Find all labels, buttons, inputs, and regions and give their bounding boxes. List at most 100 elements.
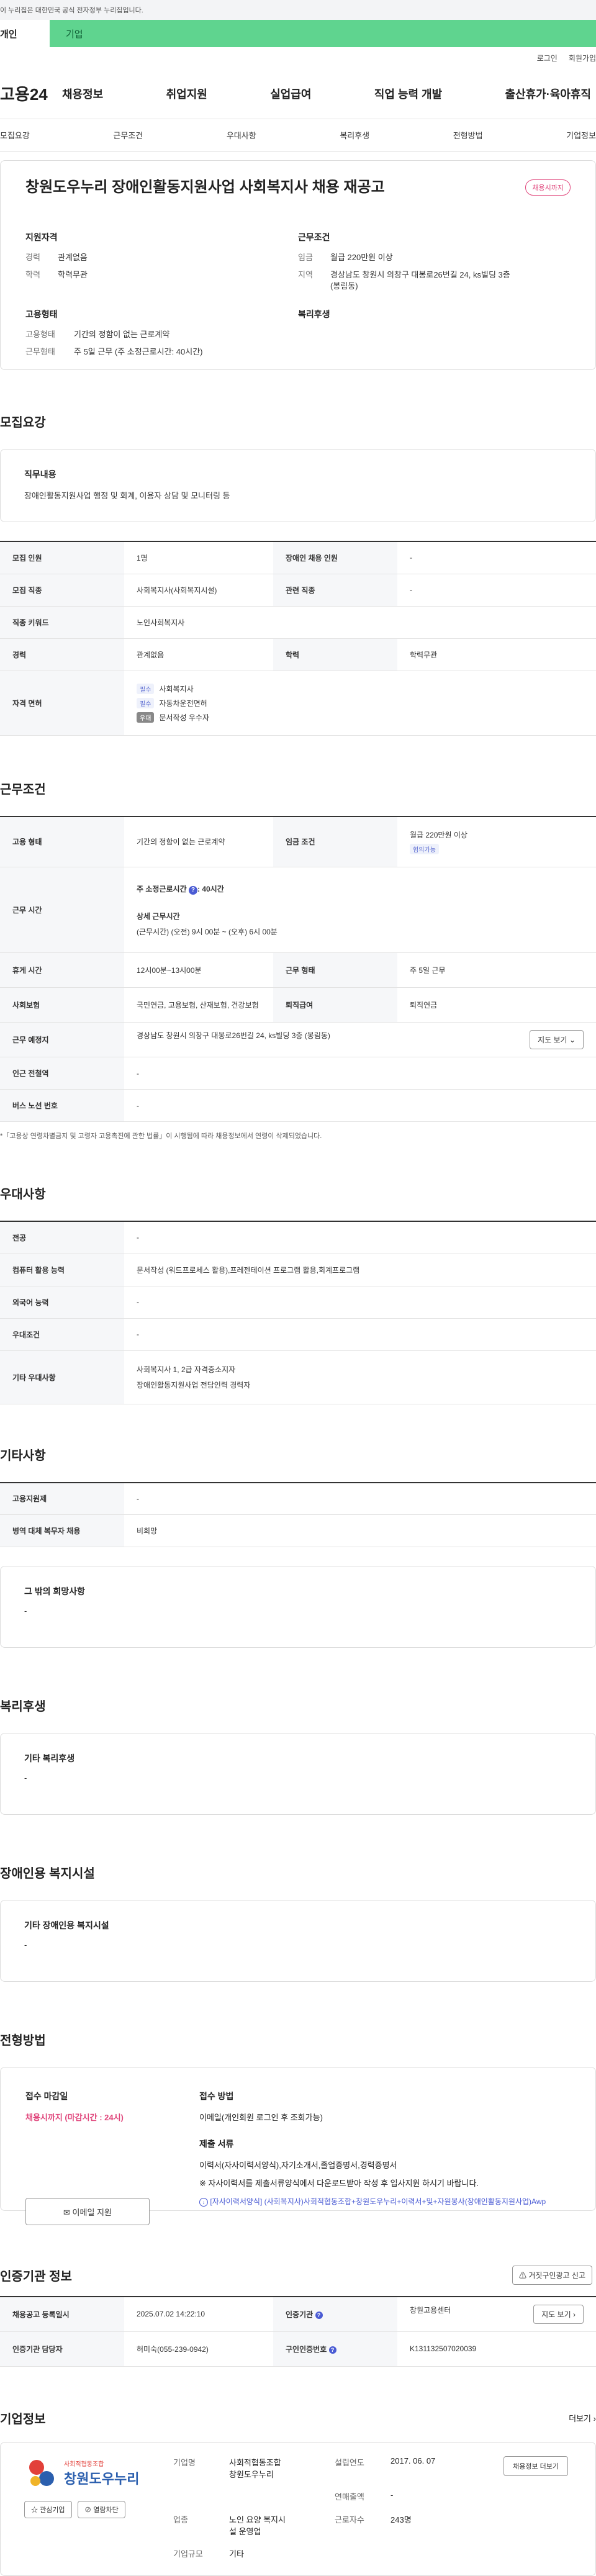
welfare-section: 복리후생 기타 복리후생 -: [0, 1696, 596, 1815]
gnb-item-employment-support[interactable]: 취업지원: [166, 86, 207, 102]
table-row: 자격 면허 필수 사회복지사 필수 자동차운전면허 우대 문서작성 우수자: [0, 671, 596, 736]
anchor-process[interactable]: 전형방법: [453, 129, 483, 141]
cell-value: 경상남도 창원시 의창구 대봉로26번길 24, ks빌딩 3층 (봉림동): [137, 1031, 330, 1040]
recruit-section: 모집요강 직무내용 장애인활동지원사업 행정 및 회계, 이용자 상담 및 모니…: [0, 412, 596, 736]
tab-company[interactable]: 기업: [50, 20, 596, 47]
job-desc-label: 직무내용: [24, 469, 56, 479]
signup-link[interactable]: 회원가입: [569, 53, 596, 63]
age-note: *「고용상 연령차별금지 및 고령자 고용촉진에 관한 법률」이 시행됨에 따라…: [0, 1132, 322, 1140]
table-row: 인근 전철역 -: [0, 1057, 596, 1090]
email-apply-button[interactable]: ✉ 이메일 지원: [25, 2198, 150, 2225]
cell-key: 고용 형태: [0, 816, 124, 867]
job-desc: 장애인활동지원사업 행정 및 회계, 이용자 상담 및 모니터링 등: [24, 491, 230, 500]
pref-table: 전공 - 컴퓨터 활용 능력 문서작성 (워드프로세스 활용),프레젠테이션 프로그…: [0, 1221, 596, 1404]
cell-value: 1명: [124, 541, 273, 574]
cell-key: 직종 키워드: [0, 606, 124, 639]
anchor-work[interactable]: 근무조건: [113, 129, 143, 141]
cell-value: 사회복지사(사회복지시설): [124, 574, 273, 607]
section-title: 장애인용 복지시설: [0, 1867, 95, 1881]
cinfo-value: -: [391, 2490, 394, 2500]
cinfo-value: 243명: [391, 2515, 412, 2524]
logo-text: 사회적협동조합 창원도우누리: [64, 2459, 139, 2488]
map-button[interactable]: 지도 보기 ⌄: [530, 1030, 584, 1049]
table-row: 채용공고 등록일시 2025.07.02 14:22:10 인증기관 ? 창원고…: [0, 2297, 596, 2332]
anchor-pref[interactable]: 우대사항: [227, 129, 256, 141]
table-row: 기타 우대사항 사회복지사 1, 2급 자격증소지자 장애인활동지원사업 전담인력 …: [0, 1350, 596, 1404]
info-icon[interactable]: ?: [328, 2346, 336, 2354]
anchor-company[interactable]: 기업정보: [566, 129, 596, 141]
required-tag: 필수: [137, 683, 155, 694]
license-item: 필수 사회복지사: [137, 683, 584, 694]
favorite-company-button[interactable]: ☆ 관심기업: [24, 2500, 72, 2518]
cell-key: 자격 면허: [0, 671, 124, 736]
resume-form-link[interactable]: ↓ [자사이력서양식] (사회복지사)사회적협동조합+창원도우누리+이력서+및+…: [199, 2196, 571, 2207]
block-company-button[interactable]: ⊘ 열람차단: [78, 2500, 125, 2518]
kv-value: 주 5일 근무 (주 소정근로시간: 40시간): [74, 347, 203, 356]
section-title: 모집요강: [0, 416, 46, 430]
cell-value: 학력무관: [397, 638, 596, 671]
gnb-item-unemployment-benefits[interactable]: 실업급여: [270, 86, 311, 102]
logo-sub: 사회적협동조합: [64, 2461, 104, 2468]
table-row: 직종 키워드 노인사회복지사: [0, 606, 596, 639]
user-type-tabs: 개인 기업: [0, 20, 596, 47]
tab-personal[interactable]: 개인: [0, 20, 50, 47]
report-ad-button[interactable]: ⚠ 거짓구인광고 신고: [512, 2266, 592, 2285]
kv-key: 임금: [298, 253, 313, 262]
table-row: 경력 관계없음 학력 학력무관: [0, 638, 596, 671]
cell-key: 학력: [273, 638, 397, 671]
login-link[interactable]: 로그인: [537, 53, 558, 63]
more-link[interactable]: 더보기 ›: [569, 2412, 596, 2424]
cell-value: 퇴직연금: [397, 987, 596, 1023]
disabled-facility-section: 장애인용 복지시설 기타 장애인용 복지시설 -: [0, 1863, 596, 1982]
table-row: 휴게 시간 12시00분~13시00분 근무 형태 주 5일 근무: [0, 952, 596, 988]
cell-value: K131132507020039: [397, 2331, 596, 2367]
cinfo-value: 기타: [229, 2549, 244, 2559]
docs-label: 제출 서류: [199, 2139, 234, 2149]
weekly-hours: 주 소정근로시간 ?: 40시간: [137, 884, 224, 895]
section-title: 전형방법: [0, 2034, 46, 2048]
apply-deadline: 접수 마감일 채용시까지 (마감시간 : 24시) ✉ 이메일 지원: [25, 2090, 199, 2225]
utility-bar: 로그인 회원가입: [0, 47, 596, 68]
work-section: 근무조건 고용 형태 기간의 정함이 없는 근로계약 임금 조건 월급 220만…: [0, 779, 596, 1141]
chevron-right-icon: ›: [573, 2310, 576, 2319]
cell-value: -: [397, 541, 596, 574]
cell-key: 인증기관 ?: [273, 2297, 397, 2332]
kv-key: 근무형태: [25, 347, 55, 356]
cell-key: 모집 직종: [0, 574, 124, 607]
anchor-welfare[interactable]: 복리후생: [340, 129, 369, 141]
info-icon[interactable]: ?: [315, 2311, 323, 2319]
agency-map-button[interactable]: 지도 보기 ›: [533, 2304, 584, 2324]
hours-cell: 주 소정근로시간 ?: 40시간 상세 근무시간 (근무시간) (오전) 9시 …: [124, 867, 596, 953]
table-row: 근무 시간 주 소정근로시간 ?: 40시간 상세 근무시간 (근무시간) (오…: [0, 867, 596, 953]
site-logo[interactable]: 고용24: [0, 82, 62, 105]
company-jobs-button[interactable]: 채용정보 더보기: [503, 2456, 568, 2476]
cell-value: 장애인활동지원사업 전담인력 경력자: [137, 1381, 251, 1390]
cell-key: 사회보험: [0, 987, 124, 1023]
gnb-item-vocational-training[interactable]: 직업 능력 개발: [374, 86, 442, 102]
detail-hours-label: 상세 근무시간: [137, 911, 180, 921]
hope-box: 그 밖의 희망사항 -: [0, 1566, 596, 1648]
cell-key: 전공: [0, 1221, 124, 1254]
company-header: 기업정보 더보기 ›: [0, 2409, 596, 2427]
company-info-grid: 기업명 사회적협동조합 창원도우누리 설립연도 2017. 06. 07 연매출액…: [173, 2456, 503, 2562]
recruit-table: 모집 인원 1명 장애인 채용 인원 - 모집 직종 사회복지사(사회복지시설)…: [0, 541, 596, 736]
gnb-item-parental-leave[interactable]: 출산휴가·육아휴직: [505, 86, 591, 102]
table-row: 모집 직종 사회복지사(사회복지시설) 관련 직종 -: [0, 574, 596, 607]
cell-key: 버스 노선 번호: [0, 1089, 124, 1122]
cell-value: 국민연금, 고용보험, 산재보험, 건강보험: [124, 987, 273, 1023]
section-title: 근무조건: [0, 782, 46, 797]
cell-key: 외국어 능력: [0, 1286, 124, 1319]
preferred-tag: 우대: [137, 712, 155, 723]
info-icon[interactable]: ?: [188, 885, 197, 895]
kv-value: 경상남도 창원시 의창구 대봉로26번길 24, ks빌딩 3층 (봉림동): [330, 270, 510, 291]
cond-heading: 근무조건: [298, 232, 330, 242]
company-section: 기업정보 더보기 › 사회적협동조합 창원도우누리 ☆ 관심기업 ⊘ 열람차단: [0, 2409, 596, 2576]
method-value: 이메일(개인회원 로그인 후 조회가능): [199, 2113, 323, 2122]
kv-value: 기간의 정함이 없는 근로계약: [74, 330, 170, 339]
cinfo-key: 근로자수: [335, 2515, 364, 2524]
other-table: 고용지원제 - 병역 대체 복무자 채용 비희망: [0, 1481, 596, 1547]
cell-key: 근무 시간: [0, 867, 124, 953]
cinfo-value: 노인 요양 복지시 설 운영업: [229, 2515, 286, 2536]
anchor-recruit[interactable]: 모집요강: [0, 129, 30, 141]
gnb-item-jobs[interactable]: 채용정보: [62, 86, 103, 102]
